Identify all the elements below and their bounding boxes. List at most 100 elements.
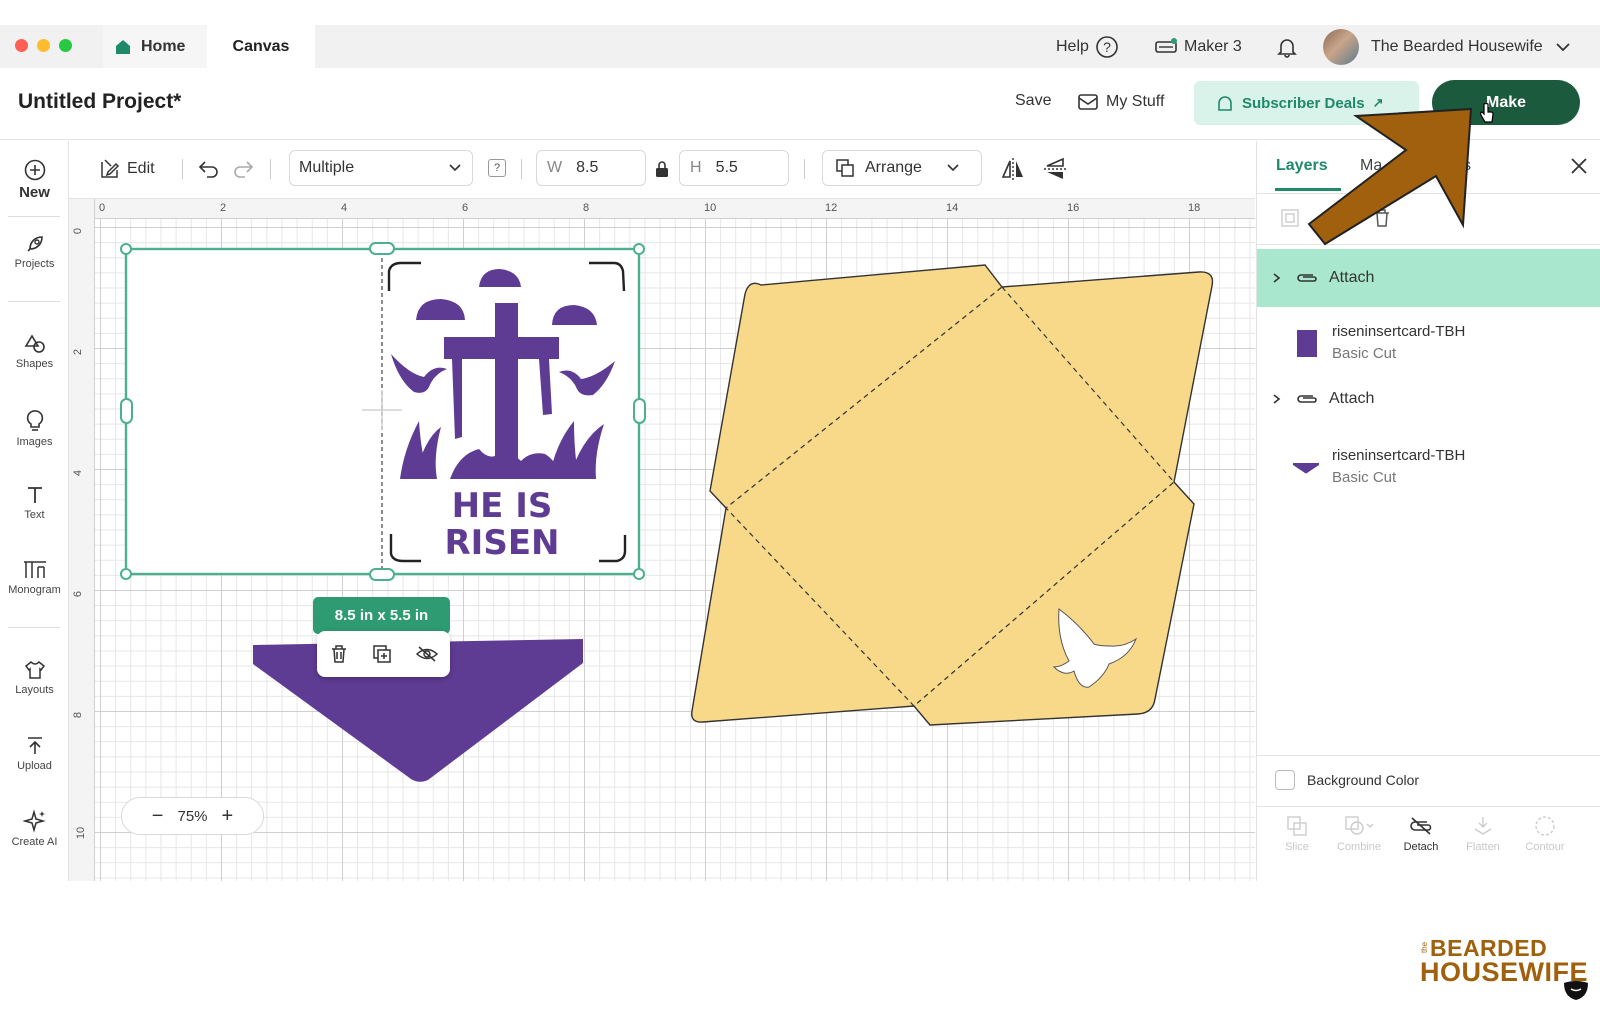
layer-name: riseninsertcard-TBH xyxy=(1332,323,1466,340)
panel-divider xyxy=(1257,755,1600,756)
edit-toolbar: Edit Multiple ? W 8.5 H 5.5 Arrange xyxy=(69,141,1255,199)
layer-operation: Basic Cut xyxy=(1332,469,1397,486)
upload-icon xyxy=(27,737,42,754)
background-color-label: Background Color xyxy=(1307,772,1420,788)
design-canvas[interactable]: 0 2 4 6 8 10 12 14 16 18 0 2 4 6 8 10 HE… xyxy=(69,199,1255,881)
sidebar-item-shapes[interactable]: Shapes xyxy=(0,333,69,370)
slice-label: Slice xyxy=(1285,841,1309,853)
logo-prefix: the xyxy=(1420,941,1429,953)
height-field[interactable]: H 5.5 xyxy=(679,150,789,186)
flip-vertical-icon[interactable] xyxy=(1042,156,1068,182)
home-icon xyxy=(116,39,130,54)
sidebar-item-new[interactable]: New xyxy=(0,159,69,201)
operation-help-button[interactable]: ? xyxy=(488,159,506,177)
combine-button[interactable]: Combine xyxy=(1329,815,1389,853)
question-circle-icon: ? xyxy=(1096,35,1118,58)
arrange-select[interactable]: Arrange xyxy=(822,150,982,186)
chevron-right-icon[interactable] xyxy=(1271,393,1283,405)
flip-horizontal-icon[interactable] xyxy=(1000,156,1026,182)
inbox-icon xyxy=(1078,94,1098,110)
sidebar-item-text[interactable]: Text xyxy=(0,484,69,521)
zoom-in-button[interactable]: + xyxy=(222,805,234,828)
shapes-icon xyxy=(24,334,45,353)
layer-group-row[interactable]: Attach xyxy=(1257,377,1600,421)
maximize-window-button[interactable] xyxy=(59,39,72,52)
sidebar-item-images[interactable]: Images xyxy=(0,409,69,448)
my-stuff-button[interactable]: My Stuff xyxy=(1077,88,1164,116)
monogram-icon xyxy=(23,561,46,578)
zoom-out-button[interactable]: − xyxy=(152,805,164,828)
minimize-window-button[interactable] xyxy=(37,39,50,52)
design-layer: HE IS RISEN xyxy=(120,242,1214,782)
avatar xyxy=(1323,28,1359,65)
layer-operation: Basic Cut xyxy=(1332,345,1397,362)
sidebar-item-label: Projects xyxy=(14,258,55,270)
contour-label: Contour xyxy=(1525,841,1565,853)
tab-canvas[interactable]: Canvas xyxy=(207,25,315,68)
envelope-shape[interactable] xyxy=(691,264,1214,726)
detach-button[interactable]: Detach xyxy=(1391,815,1451,853)
layer-item-row[interactable]: riseninsertcard-TBH Basic Cut xyxy=(1257,313,1600,373)
redo-icon[interactable] xyxy=(231,158,255,180)
machine-icon xyxy=(1155,37,1177,53)
machine-selector[interactable]: Maker 3 xyxy=(1154,25,1242,68)
layer-thumbnail xyxy=(1297,329,1317,357)
edit-button[interactable]: Edit xyxy=(99,154,155,184)
sidebar-item-create-ai[interactable]: Create AI xyxy=(0,809,69,848)
chevron-down-icon xyxy=(947,164,959,172)
duplicate-icon[interactable] xyxy=(371,643,393,665)
group-icon[interactable] xyxy=(1280,208,1300,228)
help-button[interactable]: Help ? xyxy=(1056,25,1119,68)
width-field[interactable]: W 8.5 xyxy=(536,150,646,186)
sidebar-item-projects[interactable]: Projects xyxy=(0,233,69,270)
background-color-checkbox[interactable] xyxy=(1275,770,1295,790)
flatten-button[interactable]: Flatten xyxy=(1453,815,1513,853)
tab-home[interactable]: Home xyxy=(103,25,207,68)
size-badge: 8.5 in x 5.5 in xyxy=(313,597,450,634)
arrange-label: Arrange xyxy=(865,159,922,176)
contour-button[interactable]: Contour xyxy=(1515,815,1575,853)
close-panel-icon[interactable] xyxy=(1570,157,1588,175)
arrange-icon xyxy=(836,159,854,177)
zoom-value: 75% xyxy=(177,807,208,825)
bearded-housewife-logo: the BEARDED HOUSEWIFE xyxy=(1420,935,1590,1005)
close-window-button[interactable] xyxy=(15,39,28,52)
sidebar-divider xyxy=(8,627,60,628)
card-text-line2: RISEN xyxy=(445,523,560,563)
tab-home-label: Home xyxy=(141,37,186,55)
operation-select[interactable]: Multiple xyxy=(289,150,473,186)
user-menu[interactable]: The Bearded Housewife xyxy=(1323,25,1571,68)
trash-icon[interactable] xyxy=(328,643,350,665)
layer-group-row[interactable]: Attach xyxy=(1257,249,1600,307)
sidebar-item-monogram[interactable]: Monogram xyxy=(0,559,69,596)
shirt-icon xyxy=(24,660,45,679)
chevron-right-icon[interactable] xyxy=(1271,272,1283,284)
slice-button[interactable]: Slice xyxy=(1267,815,1327,853)
beard-icon xyxy=(1564,981,1588,1000)
undo-icon[interactable] xyxy=(197,158,221,180)
sidebar-item-layouts[interactable]: Layouts xyxy=(0,659,69,696)
toolbar-divider xyxy=(804,159,805,179)
sidebar-item-label: New xyxy=(19,184,50,201)
object-context-menu xyxy=(317,631,450,677)
project-title[interactable]: Untitled Project* xyxy=(18,90,181,114)
operation-value: Multiple xyxy=(299,159,355,176)
lock-icon[interactable] xyxy=(654,160,670,178)
hide-icon[interactable] xyxy=(415,643,439,665)
slice-icon xyxy=(1287,816,1307,836)
sidebar-item-label: Text xyxy=(24,509,45,521)
combine-icon xyxy=(1345,816,1374,835)
sidebar-item-upload[interactable]: Upload xyxy=(0,735,69,772)
help-label: Help xyxy=(1056,37,1089,55)
notifications-button[interactable] xyxy=(1276,25,1298,68)
toolbar-divider xyxy=(270,159,271,179)
layer-item-row[interactable]: riseninsertcard-TBH Basic Cut xyxy=(1257,437,1600,497)
background-color-toggle[interactable]: Background Color xyxy=(1275,770,1419,790)
plus-circle-icon xyxy=(24,159,45,181)
chevron-down-icon xyxy=(1556,42,1570,51)
save-button[interactable]: Save xyxy=(1015,92,1051,110)
attach-icon xyxy=(1297,274,1317,282)
attach-icon xyxy=(1297,395,1317,403)
sidebar-item-label: Images xyxy=(16,436,53,448)
width-value: 8.5 xyxy=(576,159,599,176)
